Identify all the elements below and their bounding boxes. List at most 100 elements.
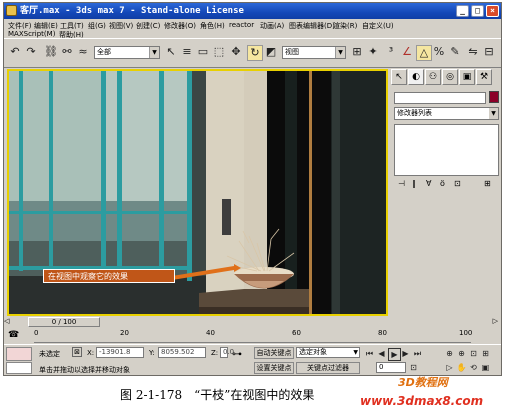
rect-selection-icon[interactable]: ▭ — [196, 45, 210, 59]
title-bar[interactable]: 客厅.max - 3ds max 7 - Stand-alone License… — [4, 3, 501, 19]
zoom-icon[interactable]: ⊕ — [444, 348, 455, 359]
menu-graph-editors[interactable]: 图表编辑器(D) — [289, 21, 335, 31]
minimize-button[interactable]: _ — [456, 5, 469, 17]
tick-label: 0 — [34, 329, 39, 337]
modifier-list-dropdown[interactable]: 修改器列表 ▼ — [394, 107, 499, 120]
menu-view[interactable]: 视图(V) — [109, 21, 133, 31]
snap-toggle-icon[interactable]: ³ — [384, 45, 398, 59]
fov-icon[interactable]: ▷ — [444, 362, 455, 373]
main-toolbar: ↶ ↷ ⛓ ⚯ ≈ 全部 ▼ ↖ ≡ ▭ ⬚ ✥ ↻ ◩ 视图 ▼ ⊞ ✦ ³ … — [4, 38, 501, 68]
time-slider[interactable]: 0 / 100 — [28, 317, 100, 327]
pin-stack-icon[interactable]: ⊣ — [398, 179, 405, 188]
reference-coord-dropdown[interactable]: 视图 ▼ — [282, 46, 346, 59]
menu-maxscript[interactable]: MAXScript(M) — [8, 30, 55, 38]
command-panel: ↖ ◐ ⚇ ◎ ▣ ⚒ 修改器列表 ▼ ⊣ ‖ ∀ ö ⊡ ⊞ — [391, 69, 501, 316]
menu-bar: 文件(F) 编辑(E) 工具(T) 组(G) 视图(V) 创建(C) 修改器(O… — [4, 20, 501, 39]
menu-rendering[interactable]: 渲染(R) — [333, 21, 357, 31]
prompt-line: 单击并拖动以选择并移动对象 — [39, 366, 130, 374]
track-bar[interactable]: ☎ 0 20 40 60 80 100 — [4, 329, 501, 343]
zoom-extents-all-icon[interactable]: ⊞ — [480, 348, 491, 359]
next-frame-icon[interactable]: ▷ — [478, 317, 498, 327]
menu-customize[interactable]: 自定义(U) — [362, 21, 394, 31]
angle-snap-icon[interactable]: ∠ — [400, 45, 414, 59]
unlink-icon[interactable]: ⚯ — [60, 45, 74, 59]
close-button[interactable]: × — [486, 5, 499, 17]
prev-key-icon[interactable]: ◀ — [376, 348, 387, 359]
hierarchy-tab-icon[interactable]: ⚇ — [425, 69, 441, 85]
menu-group[interactable]: 组(G) — [88, 21, 106, 31]
select-move-icon[interactable]: ✥ — [229, 45, 243, 59]
menu-reactor[interactable]: reactor — [229, 21, 254, 29]
chevron-down-icon: ▼ — [489, 108, 498, 119]
arc-rotate-icon[interactable]: ⟲ — [468, 362, 479, 373]
align-icon[interactable]: ⊟ — [482, 45, 496, 59]
y-coord-field[interactable]: 8059.502 — [158, 347, 206, 358]
utilities-tab-icon[interactable]: ⚒ — [476, 69, 492, 85]
maxscript-listener[interactable] — [6, 347, 32, 361]
pan-icon[interactable]: ✋ — [456, 362, 467, 373]
set-key-button[interactable]: 设置关键点 — [254, 362, 294, 374]
modify-tab-icon[interactable]: ◐ — [408, 69, 424, 85]
undo-icon[interactable]: ↶ — [8, 45, 22, 59]
configure-sets-icon[interactable]: ⊡ — [454, 179, 461, 188]
z-coord-field[interactable]: 0.0 — [220, 347, 234, 358]
selection-filter-value: 全部 — [97, 48, 111, 56]
select-object-icon[interactable]: ↖ — [164, 45, 178, 59]
window-crossing-icon[interactable]: ⬚ — [212, 45, 226, 59]
select-manipulate-icon[interactable]: ✦ — [366, 45, 380, 59]
current-frame-field[interactable]: 0 — [376, 362, 406, 373]
zoom-extents-icon[interactable]: ⊡ — [468, 348, 479, 359]
menu-modifiers[interactable]: 修改器(O) — [164, 21, 196, 31]
maximize-button[interactable]: □ — [471, 5, 484, 17]
spinner-snap-icon[interactable]: % — [432, 45, 446, 59]
perspective-viewport[interactable]: 在视图中观察它的效果 — [7, 69, 388, 316]
panel-options-icon[interactable]: ⊞ — [484, 179, 491, 188]
chevron-down-icon: ▼ — [335, 47, 345, 58]
select-by-name-icon[interactable]: ≡ — [180, 45, 194, 59]
percent-snap-icon[interactable]: △ — [416, 45, 432, 61]
remove-modifier-icon[interactable]: ö — [440, 179, 445, 188]
menu-animation[interactable]: 动画(A) — [260, 21, 284, 31]
goto-end-icon[interactable]: ⏭ — [412, 348, 423, 359]
object-name-field[interactable] — [394, 92, 486, 104]
mirror-icon[interactable]: ⇋ — [466, 45, 480, 59]
track-view-icon[interactable]: ☎ — [8, 330, 28, 342]
bind-space-warp-icon[interactable]: ≈ — [76, 45, 90, 59]
frame-ruler[interactable]: 0 20 40 60 80 100 — [34, 329, 472, 343]
stack-toolbar: ⊣ ‖ ∀ ö ⊡ ⊞ — [394, 179, 499, 191]
callout-label: 在视图中观察它的效果 — [43, 269, 175, 283]
select-rotate-icon[interactable]: ↻ — [247, 45, 263, 61]
key-filters-button[interactable]: 关键点过滤器 — [296, 362, 360, 374]
menu-character[interactable]: 角色(H) — [200, 21, 225, 31]
modifier-list-label: 修改器列表 — [397, 109, 432, 117]
menu-create[interactable]: 创建(C) — [136, 21, 160, 31]
selected-object-dropdown[interactable]: 选定对象 ▼ — [296, 347, 360, 358]
auto-key-button[interactable]: 自动关键点 — [254, 347, 294, 359]
site-watermark: 3D教程网 — [398, 376, 448, 389]
object-color-swatch[interactable] — [489, 91, 499, 103]
prev-frame-icon[interactable]: ◁ — [4, 317, 28, 327]
next-key-icon[interactable]: ▶ — [400, 348, 411, 359]
make-unique-icon[interactable]: ∀ — [426, 179, 431, 188]
zoom-all-icon[interactable]: ⊕ — [456, 348, 467, 359]
window-title: 客厅.max - 3ds max 7 - Stand-alone License — [20, 6, 244, 16]
show-end-result-icon[interactable]: ‖ — [412, 179, 416, 188]
selection-filter-dropdown[interactable]: 全部 ▼ — [94, 46, 160, 59]
key-icon[interactable]: ⊶ — [232, 349, 242, 360]
goto-start-icon[interactable]: ⏮ — [364, 348, 375, 359]
time-config-icon[interactable]: ⊡ — [408, 362, 419, 373]
maxscript-mini-listener[interactable] — [6, 362, 32, 374]
motion-tab-icon[interactable]: ◎ — [442, 69, 458, 85]
x-coord-field[interactable]: -13901.8 — [96, 347, 144, 358]
app-icon[interactable] — [6, 5, 17, 16]
pivot-center-icon[interactable]: ⊞ — [350, 45, 364, 59]
maximize-viewport-icon[interactable]: ▣ — [480, 362, 491, 373]
redo-icon[interactable]: ↷ — [24, 45, 38, 59]
named-selection-icon[interactable]: ✎ — [448, 45, 462, 59]
select-scale-icon[interactable]: ◩ — [264, 45, 278, 59]
modifier-stack[interactable] — [394, 124, 499, 176]
select-link-icon[interactable]: ⛓ — [44, 45, 58, 59]
lock-selection-icon[interactable]: ⊠ — [72, 347, 82, 357]
create-tab-icon[interactable]: ↖ — [391, 69, 407, 85]
display-tab-icon[interactable]: ▣ — [459, 69, 475, 85]
